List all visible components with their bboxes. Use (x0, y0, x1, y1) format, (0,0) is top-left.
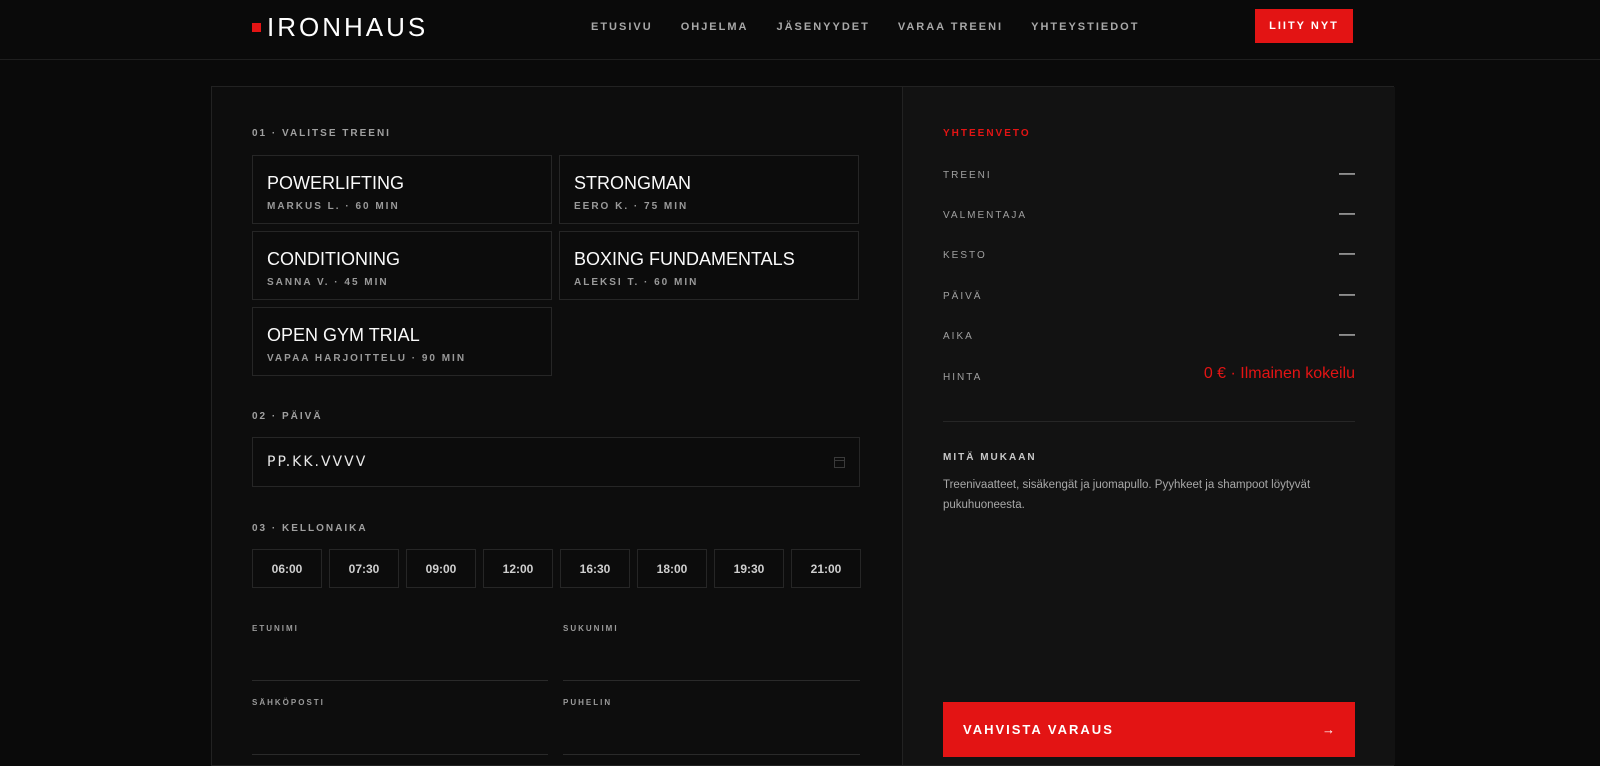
summary-row-hinta: HINTA 0 € · Ilmainen kokeilu (943, 365, 1355, 387)
workout-title: POWERLIFTING (267, 173, 405, 193)
arrow-right-icon: → (1322, 722, 1335, 737)
calendar-icon[interactable] (834, 456, 845, 468)
workout-subtitle: VAPAA HARJOITTELU · 90 MIN (267, 353, 467, 364)
workout-card-strongman[interactable]: STRONGMAN EERO K. · 75 MIN (559, 155, 859, 224)
workout-card-open-gym[interactable]: OPEN GYM TRIAL VAPAA HARJOITTELU · 90 MI… (252, 307, 552, 376)
step2-label: 02 · PÄIVÄ (252, 411, 323, 422)
workout-title: BOXING FUNDAMENTALS (574, 249, 795, 269)
phone-label: PUHELIN (563, 698, 613, 707)
nav-ohjelma[interactable]: OHJELMA (681, 21, 749, 33)
summary-price: 0 € · Ilmainen kokeilu (1203, 365, 1355, 382)
summary-key: TREENI (943, 170, 992, 181)
summary-key: HINTA (943, 372, 983, 383)
summary-key: AIKA (943, 331, 974, 342)
time-slot[interactable]: 12:00 (483, 549, 553, 588)
workout-subtitle: SANNA V. · 45 MIN (267, 277, 389, 288)
nav-yhteystiedot[interactable]: YHTEYSTIEDOT (1031, 21, 1139, 33)
workout-subtitle: EERO K. · 75 MIN (574, 201, 689, 212)
main-nav: ETUSIVU OHJELMA JÄSENYYDET VARAA TREENI … (591, 21, 1167, 33)
nav-jasenyydet[interactable]: JÄSENYYDET (776, 21, 869, 33)
summary-key: PÄIVÄ (943, 291, 983, 302)
time-slot[interactable]: 07:30 (329, 549, 399, 588)
time-slot[interactable]: 06:00 (252, 549, 322, 588)
workout-title: OPEN GYM TRIAL (267, 325, 420, 345)
email-field[interactable] (252, 725, 548, 755)
nav-varaa-treeni[interactable]: VARAA TREENI (898, 21, 1003, 33)
brand-name: IRONHAUS (267, 12, 429, 42)
confirm-label: VAHVISTA VARAUS (963, 722, 1114, 737)
phone-field[interactable] (563, 725, 860, 755)
summary-value: — (1339, 286, 1355, 303)
last-name-field[interactable] (563, 651, 860, 681)
summary-value: — (1339, 205, 1355, 222)
summary-divider (943, 421, 1355, 422)
date-placeholder: PP.KK.VVVV (267, 454, 368, 470)
summary-value: — (1339, 245, 1355, 262)
workout-title: CONDITIONING (267, 249, 400, 269)
first-name-field[interactable] (252, 651, 548, 681)
confirm-booking-button[interactable]: VAHVISTA VARAUS → (943, 702, 1355, 757)
email-label: SÄHKÖPOSTI (252, 698, 325, 707)
summary-title: YHTEENVETO (943, 128, 1031, 139)
step1-label: 01 · VALITSE TREENI (252, 128, 391, 139)
workout-title: STRONGMAN (574, 173, 691, 193)
summary-row-aika: AIKA — (943, 326, 1355, 346)
time-slot[interactable]: 18:00 (637, 549, 707, 588)
join-button[interactable]: LIITY NYT (1255, 9, 1353, 43)
summary-key: KESTO (943, 250, 987, 261)
booking-panel: 01 · VALITSE TREENI POWERLIFTING MARKUS … (211, 86, 1395, 766)
booking-form: 01 · VALITSE TREENI POWERLIFTING MARKUS … (212, 87, 902, 765)
bring-text: Treenivaatteet, sisäkengät ja juomapullo… (943, 479, 1311, 511)
time-slots: 06:00 07:30 09:00 12:00 16:30 18:00 19:3… (252, 549, 861, 588)
workout-card-powerlifting[interactable]: POWERLIFTING MARKUS L. · 60 MIN (252, 155, 552, 224)
workout-card-conditioning[interactable]: CONDITIONING SANNA V. · 45 MIN (252, 231, 552, 300)
bring-title: MITÄ MUKAAN (943, 452, 1037, 463)
summary-key: VALMENTAJA (943, 210, 1028, 221)
time-slot[interactable]: 16:30 (560, 549, 630, 588)
time-slot[interactable]: 19:30 (714, 549, 784, 588)
summary-panel: YHTEENVETO TREENI — VALMENTAJA — KESTO —… (902, 87, 1395, 765)
first-name-label: ETUNIMI (252, 624, 299, 633)
summary-value: — (1339, 165, 1355, 182)
summary-value: — (1339, 326, 1355, 343)
date-input[interactable]: PP.KK.VVVV (252, 437, 860, 487)
summary-row-kesto: KESTO — (943, 245, 1355, 265)
time-slot[interactable]: 21:00 (791, 549, 861, 588)
site-header: IRONHAUS ETUSIVU OHJELMA JÄSENYYDET VARA… (0, 0, 1600, 60)
last-name-label: SUKUNIMI (563, 624, 619, 633)
summary-row-treeni: TREENI — (943, 165, 1355, 185)
time-slot[interactable]: 09:00 (406, 549, 476, 588)
nav-etusivu[interactable]: ETUSIVU (591, 21, 653, 33)
step3-label: 03 · KELLONAIKA (252, 523, 368, 534)
workout-subtitle: MARKUS L. · 60 MIN (267, 201, 400, 212)
workout-card-boxing[interactable]: BOXING FUNDAMENTALS ALEKSI T. · 60 MIN (559, 231, 859, 300)
brand-logo[interactable]: IRONHAUS (252, 12, 428, 43)
brand-mark-icon (252, 23, 261, 32)
workout-subtitle: ALEKSI T. · 60 MIN (574, 277, 699, 288)
summary-row-paiva: PÄIVÄ — (943, 286, 1355, 306)
summary-row-valmentaja: VALMENTAJA — (943, 205, 1355, 225)
